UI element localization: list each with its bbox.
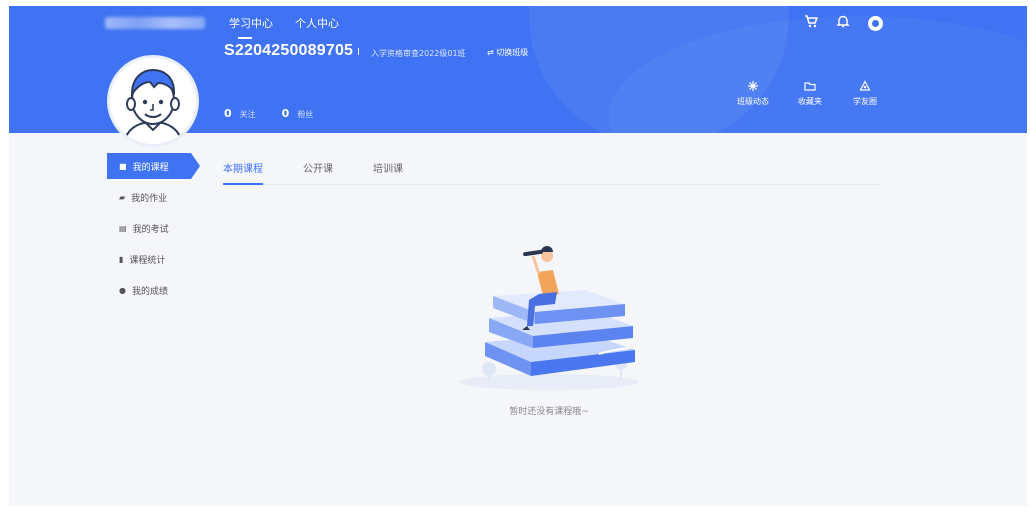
- following-count: 0: [224, 107, 232, 120]
- sidebar-item-my-exams[interactable]: ▤ 我的考试: [107, 215, 199, 241]
- cart-icon[interactable]: [804, 14, 819, 32]
- stats-icon: ▮: [119, 254, 124, 264]
- separator: I: [357, 47, 360, 58]
- follow-stats: 0 关注 0 粉丝: [224, 107, 313, 120]
- class-activity-icon: [747, 80, 759, 94]
- nav-study-center[interactable]: 学习中心: [229, 15, 273, 39]
- sidebar-item-my-courses[interactable]: ■ 我的课程: [107, 153, 200, 179]
- nav-personal-center[interactable]: 个人中心: [295, 15, 339, 39]
- sidebar-item-label: 我的作业: [131, 193, 168, 204]
- empty-state-message: 暂时还没有课程哦~: [509, 407, 589, 417]
- tab-open-courses[interactable]: 公开课: [303, 160, 333, 184]
- favorites-button[interactable]: 收藏夹: [798, 80, 822, 107]
- following-label: 关注: [239, 110, 256, 119]
- username: S2204250089705: [224, 42, 354, 59]
- exam-icon: ▤: [119, 223, 127, 233]
- top-icons: [804, 14, 883, 32]
- following-stat[interactable]: 0 关注: [224, 107, 256, 120]
- app-frame: 学习中心 个人中心 S2204250089705 I 入学资格审查2022级01…: [9, 6, 1027, 506]
- avatar[interactable]: [107, 55, 199, 147]
- top-nav: 学习中心 个人中心: [229, 15, 339, 39]
- class-name: 入学资格审查2022级01班: [371, 49, 466, 58]
- sidebar-item-label: 课程统计: [129, 255, 166, 266]
- logo[interactable]: [105, 17, 205, 29]
- followers-stat[interactable]: 0 粉丝: [282, 107, 314, 120]
- bell-icon[interactable]: [836, 14, 850, 32]
- class-activity-button[interactable]: 班级动态: [737, 80, 769, 107]
- sidebar-item-label: 我的成绩: [131, 286, 168, 297]
- course-tabs: 本期课程 公开课 培训课: [223, 160, 880, 185]
- tab-training-courses[interactable]: 培训课: [373, 160, 403, 184]
- folder-icon: [804, 80, 816, 94]
- sidebar-item-label: 我的课程: [132, 162, 169, 173]
- followers-count: 0: [281, 107, 290, 120]
- homework-icon: ▰: [119, 192, 126, 202]
- sidebar: ■ 我的课程 ▰ 我的作业 ▤ 我的考试 ▮ 课程统计 ● 我的成绩: [107, 153, 200, 308]
- class-activity-label: 班级动态: [737, 97, 769, 106]
- sidebar-item-label: 我的考试: [132, 224, 169, 235]
- friends-circle-button[interactable]: 学友圈: [853, 80, 877, 107]
- tab-current-courses[interactable]: 本期课程: [223, 160, 263, 185]
- friends-circle-label: 学友圈: [853, 97, 877, 106]
- sidebar-item-my-grades[interactable]: ● 我的成绩: [107, 277, 199, 303]
- friends-circle-icon: [859, 80, 871, 94]
- empty-state-illustration: [449, 234, 649, 394]
- favorites-label: 收藏夹: [798, 97, 822, 106]
- sidebar-item-my-homework[interactable]: ▰ 我的作业: [107, 184, 199, 210]
- followers-label: 粉丝: [297, 110, 314, 119]
- grade-icon: ●: [119, 285, 126, 295]
- user-avatar-icon[interactable]: [868, 15, 883, 31]
- course-icon: ■: [119, 161, 127, 171]
- sidebar-item-course-stats[interactable]: ▮ 课程统计: [107, 246, 199, 272]
- switch-class-button[interactable]: ⇄ 切换班级: [487, 47, 528, 58]
